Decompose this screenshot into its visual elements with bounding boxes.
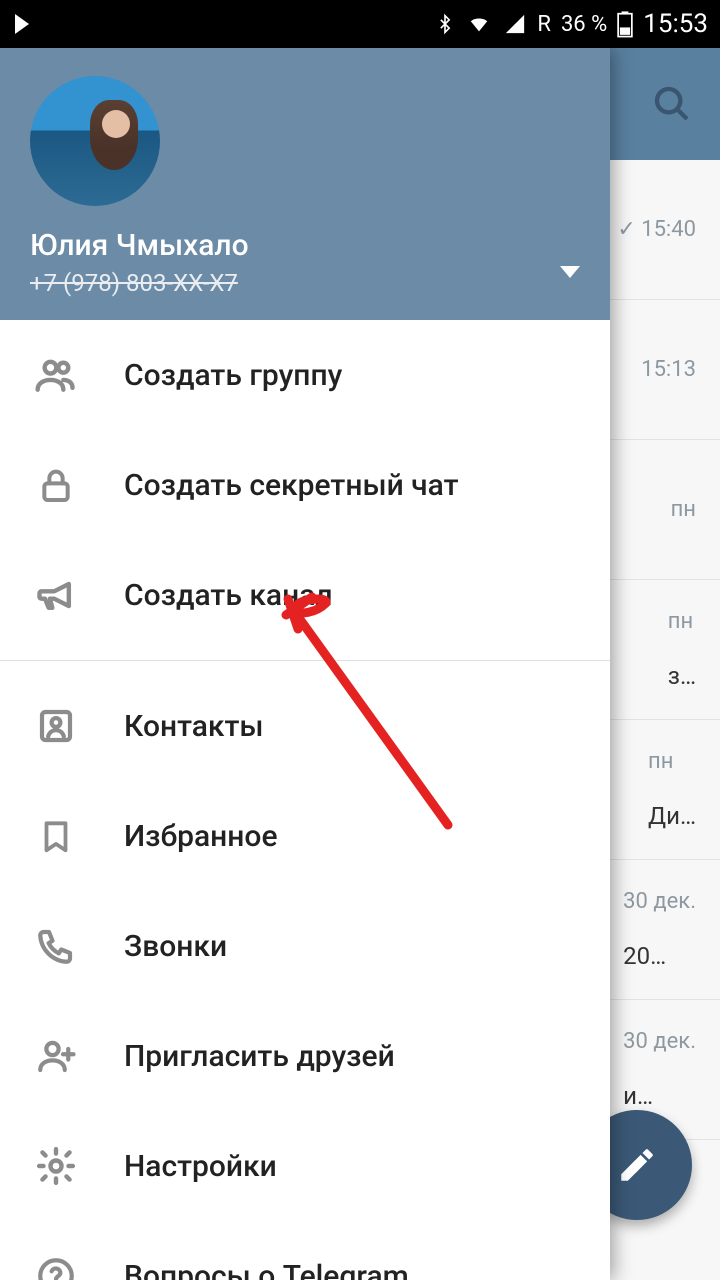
play-store-icon [12,12,36,36]
menu-label: Создать группу [124,358,342,393]
menu-label: Избранное [124,819,278,854]
menu-contacts[interactable]: Контакты [0,671,610,781]
phone-icon [35,925,77,967]
menu-help[interactable]: Вопросы о Telegram [0,1221,610,1280]
roaming-indicator: R [537,12,551,37]
lock-icon [36,463,76,507]
menu-label: Создать секретный чат [124,468,459,503]
drawer-header[interactable]: Юлия Чмыхало +7 (978) 803-ХХ-Х7 [0,48,610,320]
menu-settings[interactable]: Настройки [0,1111,610,1221]
search-icon[interactable] [652,84,692,124]
menu-label: Создать канал [124,578,333,613]
bookmark-icon [37,814,75,858]
group-icon [34,353,78,397]
gear-icon [34,1144,78,1188]
battery-percent: 36 % [561,12,607,37]
menu-create-group[interactable]: Создать группу [0,320,610,430]
contact-icon [35,705,77,747]
pencil-icon [616,1144,658,1186]
menu-create-secret-chat[interactable]: Создать секретный чат [0,430,610,540]
help-icon [35,1255,77,1280]
menu-saved[interactable]: Избранное [0,781,610,891]
menu-invite[interactable]: Пригласить друзей [0,1001,610,1111]
clock: 15:53 [643,9,708,39]
drawer-menu: Создать группу Создать секретный чат Соз… [0,320,610,1280]
battery-icon [617,10,633,38]
megaphone-icon [34,573,78,617]
menu-divider [0,660,610,661]
user-name: Юлия Чмыхало [30,228,580,263]
add-user-icon [34,1035,78,1077]
menu-label: Звонки [124,929,227,964]
user-phone: +7 (978) 803-ХХ-Х7 [30,269,580,297]
navigation-drawer: Юлия Чмыхало +7 (978) 803-ХХ-Х7 Создать … [0,48,610,1280]
bluetooth-icon [435,11,455,37]
menu-label: Вопросы о Telegram [124,1259,409,1280]
menu-label: Пригласить друзей [124,1039,395,1074]
menu-label: Контакты [124,709,264,744]
status-bar: R 36 % 15:53 [0,0,720,48]
chevron-down-icon[interactable] [560,266,580,278]
menu-create-channel[interactable]: Создать канал [0,540,610,650]
menu-calls[interactable]: Звонки [0,891,610,1001]
signal-icon [503,13,527,35]
user-avatar[interactable] [30,76,160,206]
menu-label: Настройки [124,1149,277,1184]
wifi-icon [465,13,493,35]
